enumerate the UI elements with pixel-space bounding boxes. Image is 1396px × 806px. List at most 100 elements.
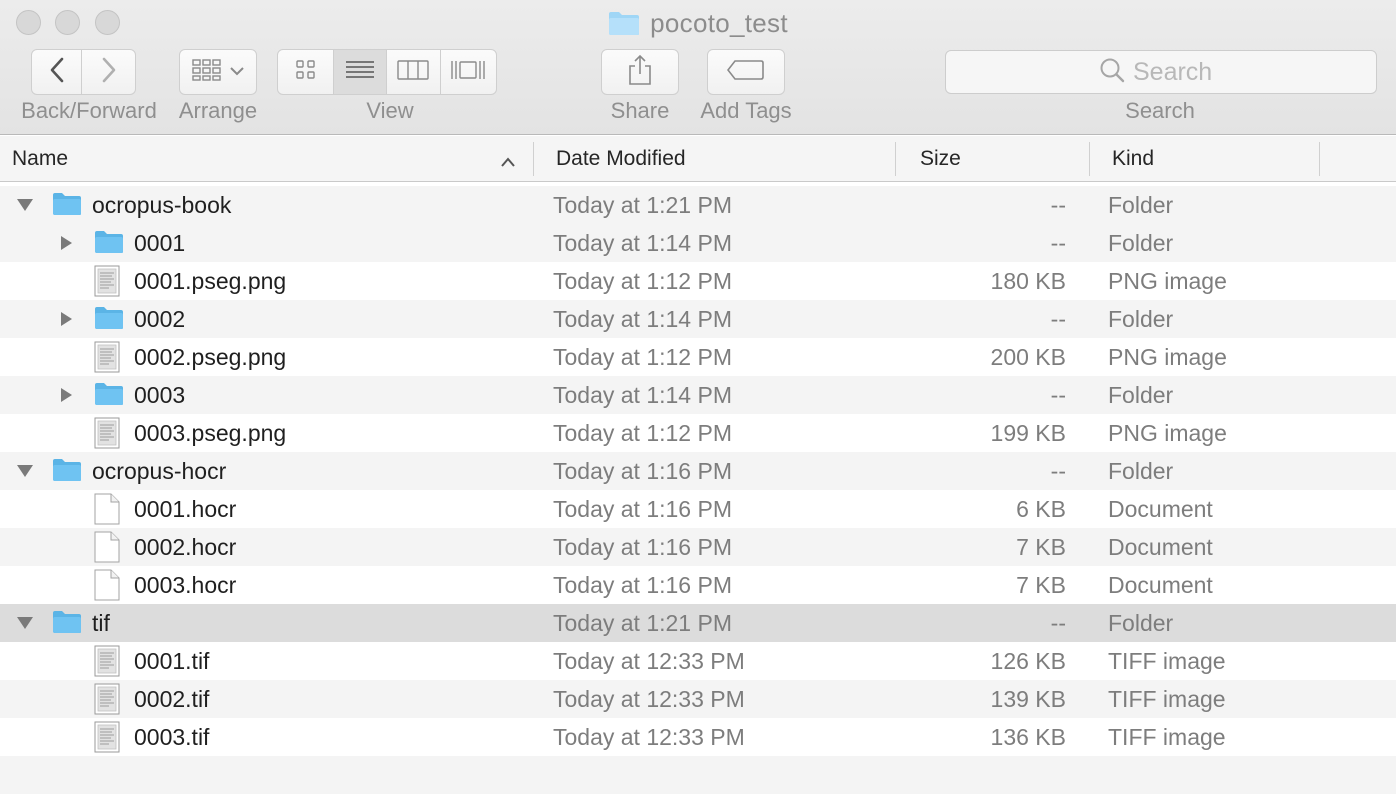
kind-column-header[interactable]: Kind	[1112, 136, 1312, 182]
kind-column-label: Kind	[1112, 147, 1155, 170]
file-name: 0001.tif	[134, 648, 210, 674]
file-row[interactable]: ocropus-book Today at 1:21 PM -- Folder	[0, 186, 1396, 224]
column-divider[interactable]	[1319, 142, 1320, 176]
file-size: 200 KB	[990, 344, 1066, 370]
date-modified-column-header[interactable]: Date Modified	[556, 136, 886, 182]
file-name: 0002.pseg.png	[134, 344, 287, 370]
file-size: 180 KB	[990, 268, 1066, 294]
date-modified: Today at 1:16 PM	[553, 496, 732, 522]
file-row[interactable]: 0001.hocr Today at 1:16 PM 6 KB Document	[0, 490, 1396, 528]
file-row[interactable]: 0003.tif Today at 12:33 PM 136 KB TIFF imag…	[0, 718, 1396, 756]
file-kind: TIFF image	[1108, 724, 1226, 750]
file-row[interactable]: 0001.pseg.png Today at 1:12 PM 180 KB PNG i…	[0, 262, 1396, 300]
file-row[interactable]: 0003 Today at 1:14 PM -- Folder	[0, 376, 1396, 414]
column-divider[interactable]	[1089, 142, 1090, 176]
file-size: --	[1050, 458, 1066, 484]
date-modified-column-label: Date Modified	[556, 147, 686, 170]
icon-view-button[interactable]	[278, 50, 335, 94]
empty-row	[0, 756, 1396, 794]
file-row[interactable]: ocropus-hocr Today at 1:16 PM -- Folder	[0, 452, 1396, 490]
file-kind: Folder	[1108, 192, 1174, 218]
file-size: 136 KB	[990, 724, 1066, 750]
name-column-label: Name	[12, 147, 69, 170]
file-kind: PNG image	[1108, 268, 1227, 294]
file-kind: PNG image	[1108, 344, 1227, 370]
file-size: --	[1050, 306, 1066, 332]
file-name: 0001.hocr	[134, 496, 237, 522]
file-name: 0001	[134, 230, 186, 256]
file-kind: TIFF image	[1108, 686, 1226, 712]
file-row[interactable]: 0001 Today at 1:14 PM -- Folder	[0, 224, 1396, 262]
icon-view-icon	[295, 59, 317, 86]
file-size: --	[1050, 610, 1066, 636]
share-button[interactable]	[601, 49, 679, 95]
date-modified: Today at 1:14 PM	[553, 382, 732, 408]
file-row[interactable]: 0003.hocr Today at 1:16 PM 7 KB Document	[0, 566, 1396, 604]
disclosure-expanded-icon[interactable]	[16, 463, 33, 479]
file-name: tif	[92, 610, 110, 636]
date-modified: Today at 1:21 PM	[553, 192, 732, 218]
date-modified: Today at 1:12 PM	[553, 420, 732, 446]
list-view-icon	[345, 59, 375, 86]
search-field[interactable]	[945, 50, 1377, 94]
size-column-label: Size	[920, 147, 961, 170]
folder-icon	[94, 381, 124, 409]
date-modified: Today at 1:21 PM	[553, 610, 732, 636]
file-row[interactable]: 0002.hocr Today at 1:16 PM 7 KB Document	[0, 528, 1396, 566]
arrange-button[interactable]	[179, 49, 257, 95]
file-kind: Folder	[1108, 306, 1174, 332]
file-name: ocropus-book	[92, 192, 232, 218]
image-file-icon	[94, 341, 124, 373]
file-name: 0003.hocr	[134, 572, 237, 598]
column-view-button[interactable]	[387, 50, 441, 94]
add-tags-button[interactable]	[707, 49, 785, 95]
file-name: 0002.tif	[134, 686, 210, 712]
date-modified: Today at 1:16 PM	[553, 534, 732, 560]
image-file-icon	[94, 721, 124, 753]
disclosure-collapsed-icon[interactable]	[58, 311, 74, 327]
list-view-button[interactable]	[334, 50, 387, 94]
search-input[interactable]	[1133, 57, 1223, 87]
arrange-grid-icon	[192, 58, 222, 86]
sort-ascending-icon	[500, 150, 516, 174]
file-row[interactable]: 0001.tif Today at 12:33 PM 126 KB TIFF imag…	[0, 642, 1396, 680]
share-label: Share	[610, 98, 670, 123]
back-button[interactable]	[31, 49, 82, 95]
file-kind: Folder	[1108, 230, 1174, 256]
file-size: --	[1050, 192, 1066, 218]
date-modified: Today at 12:33 PM	[553, 724, 745, 750]
disclosure-expanded-icon[interactable]	[16, 197, 33, 213]
file-row[interactable]: 0002.pseg.png Today at 1:12 PM 200 KB PNG i…	[0, 338, 1396, 376]
name-column-header[interactable]: Name	[12, 136, 532, 182]
disclosure-expanded-icon[interactable]	[16, 615, 33, 631]
file-kind: PNG image	[1108, 420, 1227, 446]
folder-icon	[608, 10, 640, 36]
gallery-view-icon	[450, 59, 486, 86]
file-row[interactable]: 0002 Today at 1:14 PM -- Folder	[0, 300, 1396, 338]
disclosure-collapsed-icon[interactable]	[58, 235, 74, 251]
tag-icon	[726, 59, 765, 86]
file-name: 0002	[134, 306, 186, 332]
column-divider[interactable]	[533, 142, 534, 176]
back-forward-label: Back/Forward	[21, 98, 157, 123]
date-modified: Today at 1:14 PM	[553, 230, 732, 256]
file-kind: TIFF image	[1108, 648, 1226, 674]
file-row[interactable]: tif Today at 1:21 PM -- Folder	[0, 604, 1396, 642]
search-icon	[1099, 57, 1125, 88]
size-column-header[interactable]: Size	[920, 136, 1080, 182]
gallery-view-button[interactable]	[441, 50, 496, 94]
image-file-icon	[94, 417, 124, 449]
file-list: ocropus-book Today at 1:21 PM -- Folder 000…	[0, 186, 1396, 806]
folder-icon	[94, 305, 124, 333]
folder-icon	[52, 609, 82, 637]
document-icon	[94, 531, 124, 563]
forward-button[interactable]	[82, 49, 136, 95]
disclosure-collapsed-icon[interactable]	[58, 387, 74, 403]
file-row[interactable]: 0002.tif Today at 12:33 PM 139 KB TIFF imag…	[0, 680, 1396, 718]
file-row[interactable]: 0003.pseg.png Today at 1:12 PM 199 KB PNG i…	[0, 414, 1396, 452]
file-kind: Folder	[1108, 382, 1174, 408]
image-file-icon	[94, 265, 124, 297]
column-view-icon	[397, 59, 429, 86]
column-divider[interactable]	[895, 142, 896, 176]
add-tags-label: Add Tags	[700, 98, 792, 123]
